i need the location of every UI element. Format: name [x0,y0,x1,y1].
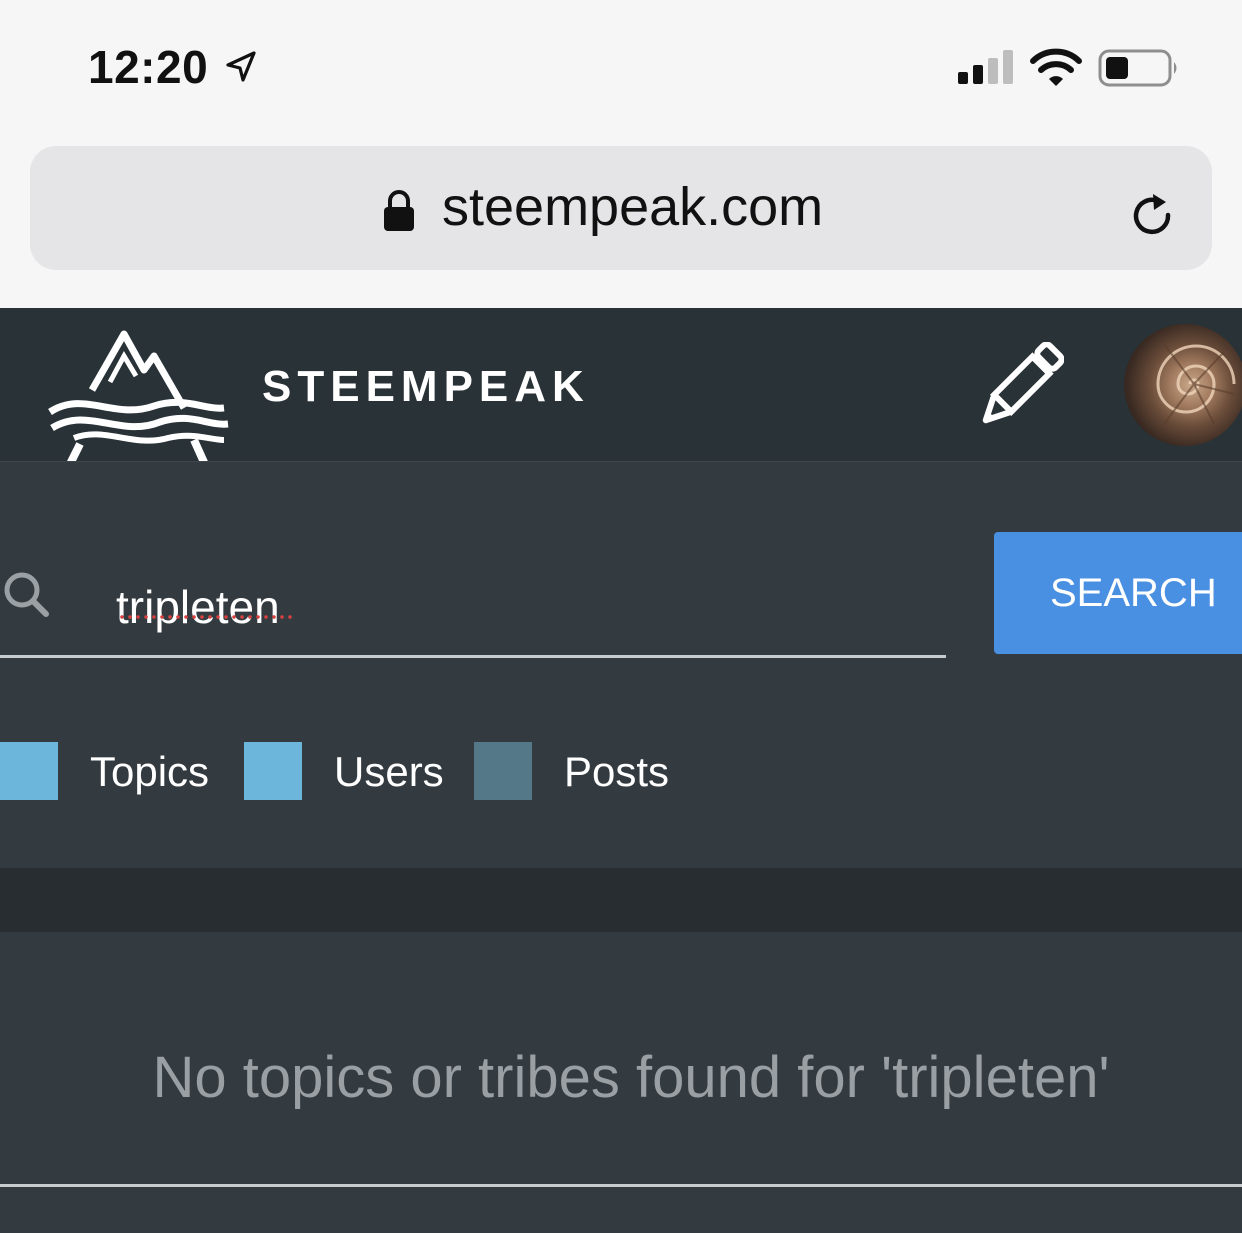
location-arrow-icon [226,51,256,82]
lock-icon [384,190,414,231]
posts-checkbox[interactable] [474,742,532,800]
topics-checkbox[interactable] [0,742,58,800]
results-panel: No topics or tribes found for 'tripleten… [0,932,1242,1233]
avatar[interactable] [1124,324,1242,446]
signal-icon [958,50,1013,84]
url-text[interactable]: steempeak.com [442,176,823,238]
empty-results-message: No topics or tribes found for 'tripleten… [152,1045,1110,1110]
address-bar[interactable]: steempeak.com [30,146,1212,270]
wifi-icon [1030,48,1082,86]
pencil-icon[interactable] [974,342,1064,432]
search-input[interactable] [0,558,946,658]
search-button[interactable]: SEARCH [994,532,1242,654]
posts-label[interactable]: Posts [564,748,669,796]
results-divider [0,1184,1242,1187]
reload-icon[interactable] [1128,192,1178,242]
app-header: STEEMPEAK [0,308,1242,462]
browser-toolbar: steempeak.com [0,130,1242,308]
search-filters: Topics Users Posts [0,742,1242,802]
brand-name[interactable]: STEEMPEAK [262,362,590,412]
status-bar: 12:20 [0,0,1242,130]
battery-icon [1098,49,1177,87]
users-checkbox[interactable] [244,742,302,800]
section-divider [0,868,1242,932]
topics-label[interactable]: Topics [90,748,209,796]
search-panel: SEARCH Topics Users Posts [0,462,1242,868]
users-label[interactable]: Users [334,748,444,796]
nautilus-shell-icon [1156,343,1236,425]
spellcheck-underline [118,614,292,620]
steempeak-logo-icon[interactable] [44,320,230,462]
status-time: 12:20 [88,41,209,93]
